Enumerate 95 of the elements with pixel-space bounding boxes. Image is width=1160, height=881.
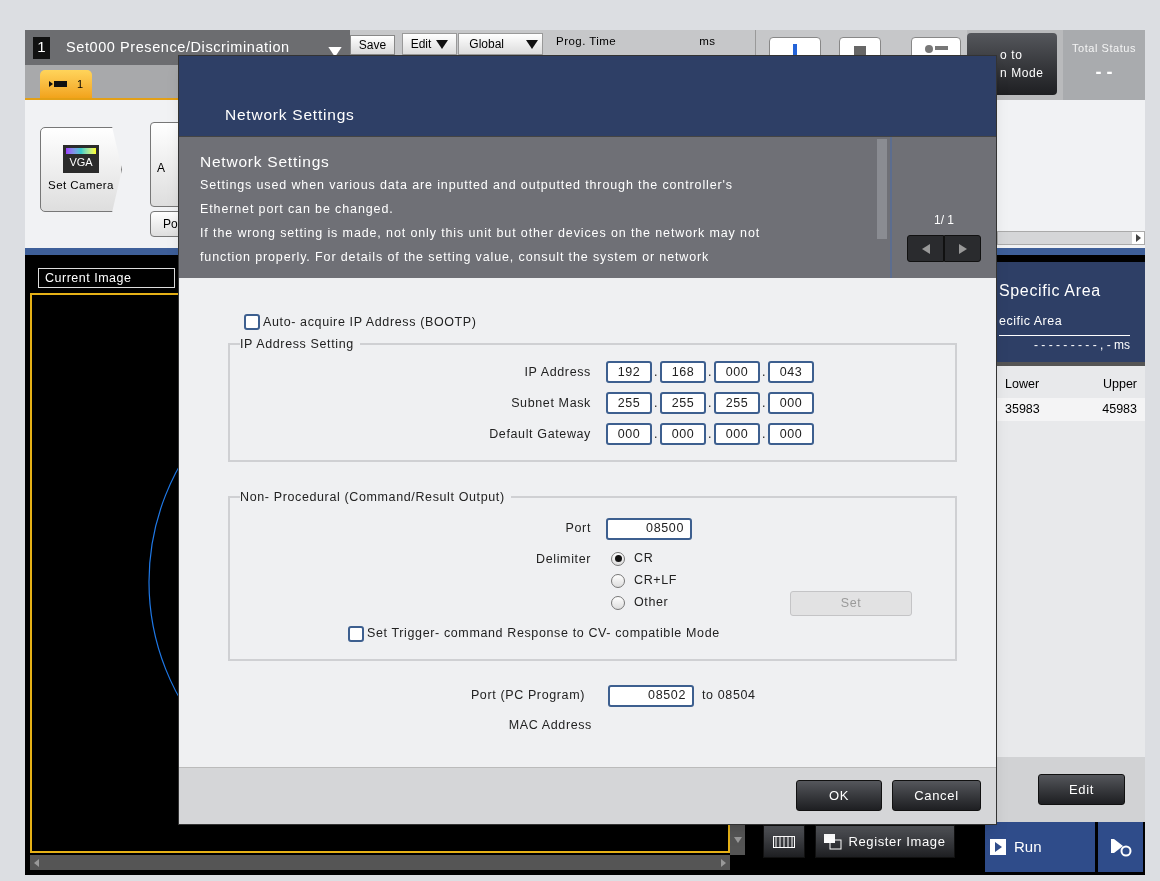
prog-time-unit: ms xyxy=(699,34,716,49)
column-header: Lower xyxy=(1005,376,1040,393)
caret-icon xyxy=(526,39,538,49)
input-field[interactable]: 000 xyxy=(768,423,814,446)
field-label: Port (PC Program) xyxy=(469,687,585,705)
checkbox-label: Auto- acquire IP Address (BOOTP) xyxy=(263,313,477,331)
input-field[interactable]: 000 xyxy=(768,392,814,415)
input-field[interactable]: 255 xyxy=(714,392,760,415)
input-field[interactable]: 168 xyxy=(660,361,706,384)
cancel-button[interactable]: Cancel xyxy=(892,780,981,811)
radio-button[interactable] xyxy=(611,551,625,566)
arrow-right-icon xyxy=(958,243,967,254)
run-refresh-button[interactable] xyxy=(1098,822,1143,872)
result-title: Specific Area xyxy=(999,281,1102,301)
edit-menu-button[interactable]: Edit xyxy=(402,33,457,55)
octet-separator: . xyxy=(760,425,768,443)
octet-separator: . xyxy=(760,394,768,412)
horizontal-scrollbar[interactable] xyxy=(997,231,1145,245)
camera-tab[interactable]: 1 xyxy=(40,70,92,98)
image-source-dropdown[interactable]: Current Image xyxy=(38,268,175,288)
field-label: Subnet Mask xyxy=(510,394,591,412)
octet-separator: . xyxy=(706,363,714,381)
filmstrip-button[interactable] xyxy=(763,825,805,858)
radio-label: Other xyxy=(634,594,669,612)
scrollbar-thumb[interactable] xyxy=(877,139,887,239)
input-field[interactable]: 192 xyxy=(606,361,652,384)
register-image-button[interactable]: Register Image xyxy=(815,825,955,858)
octet-separator: . xyxy=(652,363,660,381)
input-field[interactable]: 08502 xyxy=(608,684,694,707)
previous-page-button[interactable] xyxy=(907,235,944,262)
radio-button[interactable] xyxy=(611,573,625,588)
next-page-button[interactable] xyxy=(944,235,981,262)
help-text: Settings used when various data are inputted and outputted through the controller's Ethernet port can be changed. If the wrong setting is made, not only this unit but other devices on the network may not function properly. For details of the setting value, consult the system or network xyxy=(200,177,762,266)
radio-button[interactable] xyxy=(611,595,625,610)
octet-separator: . xyxy=(652,394,660,412)
input-field[interactable]: 000 xyxy=(714,361,760,384)
play-refresh-icon xyxy=(1108,837,1133,857)
field-label: MAC Address xyxy=(507,717,592,735)
field-label: Default Gateway xyxy=(488,425,591,443)
octet-separator: . xyxy=(706,425,714,443)
play-icon xyxy=(990,839,1006,855)
input-field[interactable]: 255 xyxy=(606,392,652,415)
edit-button[interactable]: Edit xyxy=(1038,774,1125,805)
input-field[interactable]: 000 xyxy=(714,423,760,446)
help-heading: Network Settings xyxy=(200,152,331,172)
ok-button[interactable]: OK xyxy=(796,780,882,811)
octet-separator: . xyxy=(760,363,768,381)
input-field[interactable]: 255 xyxy=(660,392,706,415)
tools-icon xyxy=(924,44,948,54)
input-field[interactable]: 000 xyxy=(660,423,706,446)
horizontal-scrollbar[interactable] xyxy=(30,855,730,870)
field-label: Delimiter xyxy=(535,550,591,568)
caret-icon xyxy=(436,39,449,49)
input-field[interactable]: 000 xyxy=(606,423,652,446)
field-label: Port xyxy=(564,520,591,538)
table-cell-text: 45983 xyxy=(1102,400,1137,418)
checkbox[interactable] xyxy=(244,314,260,330)
table-cell-text: 35983 xyxy=(1005,400,1040,418)
program-title: Set000 Presence/Discrimination xyxy=(66,37,290,57)
field-label: IP Address xyxy=(523,363,591,381)
save-button[interactable]: Save xyxy=(350,35,395,55)
octet-separator: . xyxy=(652,425,660,443)
set-number-badge: 1 xyxy=(33,36,50,59)
prog-time-label: Prog. Time xyxy=(556,34,617,49)
input-field[interactable]: 08500 xyxy=(606,517,692,540)
set-button: Set xyxy=(790,590,912,616)
group-title: IP Address Setting xyxy=(240,336,355,353)
camera-icon xyxy=(48,80,67,88)
radio-label: CR+LF xyxy=(634,572,678,590)
global-menu-button[interactable]: Global xyxy=(458,33,543,55)
run-button[interactable]: Run xyxy=(985,822,1095,872)
octet-separator: . xyxy=(706,394,714,412)
dialog-title: Network Settings xyxy=(225,104,355,125)
vga-badge: VGA xyxy=(63,144,99,173)
set-camera-button[interactable]: VGA Set Camera xyxy=(40,127,122,212)
total-status-value: - - xyxy=(1095,60,1113,84)
filmstrip-icon xyxy=(773,835,795,848)
radio-label: CR xyxy=(634,550,654,568)
vertical-scrollbar[interactable] xyxy=(730,825,745,855)
arrow-down-icon xyxy=(733,837,742,843)
total-status-label: Total Status xyxy=(1071,41,1137,56)
group-title: Non- Procedural (Command/Result Output) xyxy=(240,488,506,506)
arrow-left-icon xyxy=(921,243,930,254)
images-icon xyxy=(824,833,843,850)
checkbox-label: Set Trigger- command Response to CV- compatible Mode xyxy=(367,625,720,643)
bar-icon xyxy=(793,44,797,56)
input-field[interactable]: 043 xyxy=(768,361,814,384)
result-subtitle: ecific Area xyxy=(999,312,1130,336)
page-indicator: 1/ 1 xyxy=(934,212,954,229)
checkbox[interactable] xyxy=(348,625,364,642)
arrow-right-icon xyxy=(1132,232,1144,244)
column-header: Upper xyxy=(1102,376,1137,393)
port-range-end: to 08504 xyxy=(702,687,756,705)
processing-time: - - - - - - - - - , - ms xyxy=(1034,336,1130,354)
device-icon xyxy=(854,46,866,56)
